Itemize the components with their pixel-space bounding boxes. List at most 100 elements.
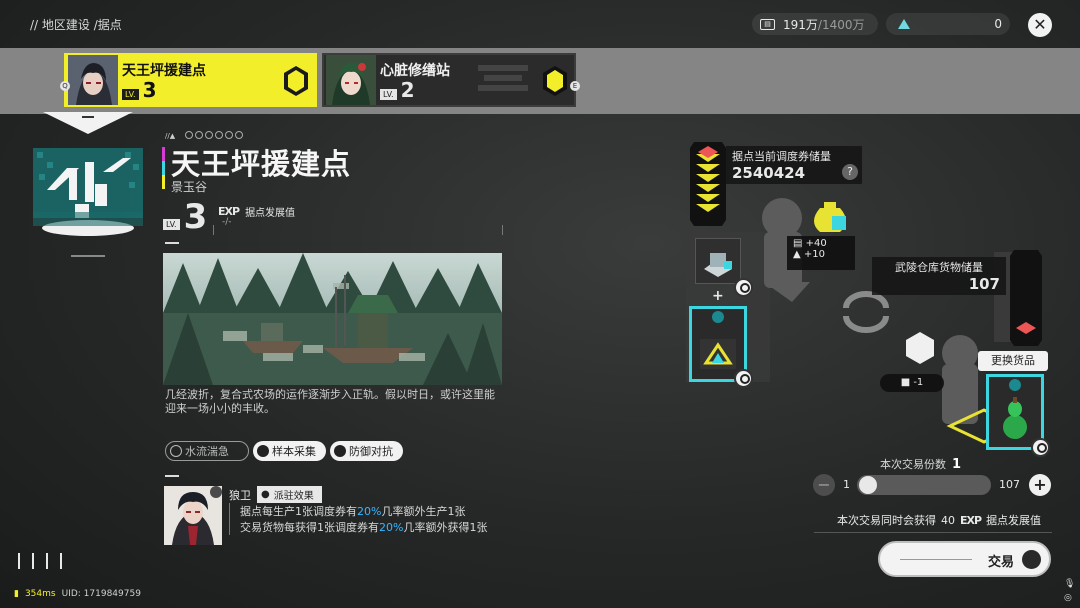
- close-icon: ✕: [1033, 15, 1047, 34]
- trade-bonus: ▤ +40 ▲ +10: [787, 236, 855, 270]
- tab-outpost-2[interactable]: E 心脏修缮站 LV. 2: [322, 53, 580, 107]
- dev-progress-bar: [213, 225, 503, 235]
- gourd-item-icon: [1003, 379, 1027, 439]
- menu-bars-icon[interactable]: [18, 553, 62, 569]
- warehouse-storage: 武陵仓库货物储量 107: [872, 257, 1006, 295]
- signal-icon: ▮: [14, 589, 19, 599]
- trade-gain: 本次交易同时会获得 40 EXP 据点发展值: [837, 512, 1041, 528]
- hexagon-icon: [543, 66, 567, 96]
- tab-level-number: 2: [400, 78, 415, 102]
- outpost-level: LV. 3: [163, 200, 207, 234]
- dev-label-text: 据点发展值: [245, 208, 296, 219]
- network-status: ▮ 354ms UID: 1719849759: [14, 589, 141, 599]
- gain-value: 40: [941, 513, 955, 527]
- tag-label: 样本采集: [272, 445, 316, 458]
- token-counter[interactable]: 0: [886, 13, 1010, 35]
- machine-icon: [704, 253, 732, 277]
- region-name: 景玉谷: [171, 180, 208, 194]
- help-icon[interactable]: ?: [842, 164, 858, 180]
- avatar: [68, 55, 118, 105]
- avatar: [326, 55, 376, 105]
- bonus-ticket: ▤ +40: [793, 238, 827, 249]
- effect-text: 几率额外获得1张: [403, 521, 488, 534]
- slider-thumb[interactable]: [859, 476, 877, 494]
- storage-value: 2540424: [732, 164, 806, 182]
- outpost-description: 几经波折，复合式农场的运作逐渐步入正轨。假以时日，或许这里能迎来一场小小的丰收。: [165, 388, 495, 415]
- swap-goods-button[interactable]: 更换货品: [978, 351, 1048, 371]
- effect-text: 据点每生产1张调度券有: [240, 505, 357, 518]
- cost-indicator: ■ -1: [880, 374, 944, 392]
- gain-suffix: 据点发展值: [986, 514, 1042, 527]
- magnify-icon[interactable]: [734, 278, 753, 297]
- slider-min: 1: [843, 478, 850, 491]
- cost-value: -1: [913, 377, 924, 388]
- currency-counter[interactable]: ▤ 191万 /1400万: [752, 13, 878, 35]
- environment-tags: 水流湍急 样本采集 防御对抗: [165, 441, 403, 461]
- tag-label: 防御对抗: [349, 445, 393, 458]
- bonus-token-value: +10: [803, 249, 825, 260]
- progress-dots-icon: //▲: [165, 131, 243, 140]
- ticket-item-icon: [700, 311, 736, 369]
- divider: [165, 475, 179, 477]
- gain-label: 本次交易同时会获得: [837, 514, 936, 527]
- target-icon[interactable]: ◎: [1064, 591, 1075, 605]
- warehouse-value: 107: [968, 275, 1000, 293]
- tag-label: 水流湍急: [185, 445, 229, 458]
- magnify-icon[interactable]: [1031, 438, 1050, 457]
- page-title: 天王坪援建点: [171, 147, 352, 181]
- bonus-token: ▲ +10: [793, 249, 825, 260]
- tag-circle-icon: [170, 445, 182, 457]
- lv-tag: LV.: [122, 89, 139, 100]
- quantity-slider: − 1 107 +: [813, 473, 1053, 499]
- tab-outpost-1[interactable]: Q 天王坪援建点 LV. 3: [60, 53, 317, 107]
- mic-icon[interactable]: 🎙: [1064, 577, 1075, 591]
- bonus-ticket-value: +40: [805, 238, 827, 249]
- input-item-slot[interactable]: [695, 238, 741, 284]
- storage-label: 据点当前调度券储量: [732, 150, 831, 163]
- outpost-emblem: [33, 112, 143, 257]
- tab-key-hint: Q: [60, 81, 70, 91]
- lv-tag: LV.: [163, 219, 180, 230]
- top-bar: // 地区建设 /据点 ▤ 191万 /1400万 0 ✕: [0, 0, 1080, 48]
- badge-label: 派驻效果: [273, 491, 314, 502]
- tag-circle-icon: [257, 445, 269, 457]
- close-button[interactable]: ✕: [1028, 13, 1052, 37]
- tab-level: LV. 2: [380, 78, 414, 102]
- trade-button[interactable]: 交易: [878, 541, 1051, 577]
- decrease-button[interactable]: −: [813, 474, 835, 496]
- locked-pattern-icon: [478, 65, 528, 91]
- token-icon: [898, 19, 910, 29]
- tag-2[interactable]: 样本采集: [253, 441, 326, 461]
- ticket-icon: ▤: [760, 18, 775, 30]
- uid-text: UID: 1719849759: [61, 589, 141, 599]
- effect-percent: 20%: [379, 521, 404, 534]
- tag-1[interactable]: 水流湍急: [165, 441, 249, 461]
- outpost-level-number: 3: [183, 197, 208, 237]
- warehouse-label: 武陵仓库货物储量: [895, 261, 983, 274]
- outpost-tab-band: Q 天王坪援建点 LV. 3 E 心脏修缮站 LV. 2: [0, 48, 1080, 114]
- operator-portrait[interactable]: [164, 486, 222, 545]
- slider-track[interactable]: [857, 475, 991, 495]
- tab-level-number: 3: [142, 78, 157, 102]
- magnify-icon[interactable]: [734, 369, 753, 388]
- effect-percent: 20%: [357, 505, 382, 518]
- divider: [814, 532, 1052, 533]
- button-line: [900, 559, 972, 560]
- token-value: 0: [994, 17, 1002, 31]
- system-icons[interactable]: 🎙 ◎: [1064, 577, 1075, 605]
- tag-3[interactable]: 防御对抗: [330, 441, 403, 461]
- goods-icon: ■: [900, 377, 914, 388]
- lv-tag: LV.: [380, 89, 397, 100]
- operator-info: 狼卫 ● 派驻效果: [229, 486, 322, 503]
- exp-icon: EXP: [960, 513, 982, 527]
- currency-cap: /1400万: [817, 17, 865, 32]
- svg-text://▲: //▲: [165, 132, 176, 140]
- breadcrumb: // 地区建设 /据点: [30, 18, 122, 32]
- tab-title: 心脏修缮站: [380, 63, 450, 79]
- operator-effect-1: 据点每生产1张调度券有20%几率额外生产1张: [229, 503, 465, 519]
- person-icon: ●: [261, 489, 270, 500]
- slider-max: 107: [999, 478, 1020, 491]
- increase-button[interactable]: +: [1029, 474, 1051, 496]
- outpost-scene-image: [163, 253, 502, 385]
- trade-button-label: 交易: [988, 555, 1015, 570]
